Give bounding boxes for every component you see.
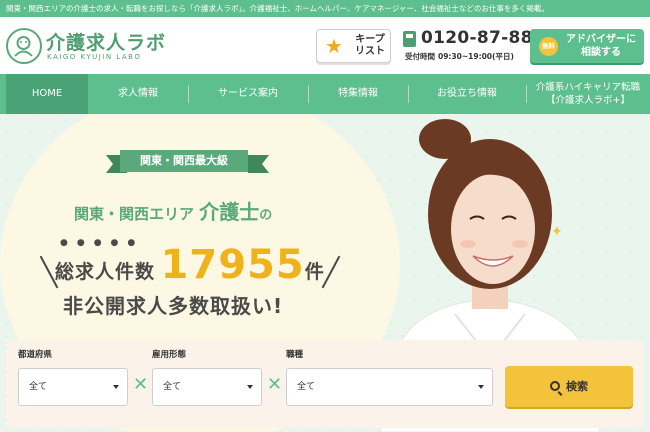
search-button[interactable]: 検索 xyxy=(505,366,633,407)
job-type-selected-value: 全て xyxy=(297,382,316,392)
consult-advisor-label: アドバイザーに 相談する xyxy=(562,33,640,59)
top-announcement-bar: 関東・関西エリアの介護士の求人・転職をお探しなら「介護求人ラボ」。介護福祉士、ホ… xyxy=(0,0,650,17)
site-header: 介護求人ラボ KAIGO KYUJIN LABO ★ キープ リスト 0120-… xyxy=(0,17,650,74)
prefecture-select[interactable]: 全て xyxy=(18,368,128,406)
job-count-label: 総求人件数 xyxy=(55,261,156,283)
phone-icon xyxy=(403,31,416,47)
employment-type-select[interactable]: 全て xyxy=(152,368,262,406)
nav-services[interactable]: サービス案内 xyxy=(188,74,308,114)
business-hours: 09:30~19:00(平日) xyxy=(438,52,514,61)
job-search-panel: 都道府県 全て ✕ 雇用形態 全て ✕ 職種 全て 検索 xyxy=(6,340,644,428)
announcement-text: 関東・関西エリアの介護士の求人・転職をお探しなら「介護求人ラボ」。介護福祉士、ホ… xyxy=(6,4,549,13)
keep-label-line2: リスト xyxy=(355,46,385,57)
keep-list-button[interactable]: ★ キープ リスト xyxy=(316,29,391,63)
main-nav: HOME 求人情報 サービス案内 特集情報 お役立ち情報 介護系ハイキャリア転職… xyxy=(0,74,650,114)
keep-list-label: キープ リスト xyxy=(352,34,388,58)
ribbon-tail-right xyxy=(248,155,269,173)
job-type-label: 職種 xyxy=(286,350,304,360)
cross-icon: ✕ xyxy=(267,374,283,395)
ribbon-text: 関東・関西最大級 xyxy=(120,150,248,172)
employment-type-label: 雇用形態 xyxy=(152,350,187,360)
free-badge: 無料 xyxy=(539,37,558,56)
dropdown-arrow-icon xyxy=(113,385,119,389)
job-type-select[interactable]: 全て xyxy=(286,368,493,406)
nav-high-career-line2: 【介護求人ラボ+】 xyxy=(546,95,630,106)
job-count-number: 17955 xyxy=(160,242,305,288)
hero-ribbon: 関東・関西最大級 xyxy=(106,150,269,174)
dropdown-arrow-icon xyxy=(478,385,484,389)
logo-title[interactable]: 介護求人ラボ xyxy=(46,28,166,55)
nav-useful-info[interactable]: お役立ち情報 xyxy=(408,74,526,114)
logo-subtitle: KAIGO KYUJIN LABO xyxy=(47,53,142,61)
hero-banner: 関東・関西最大級 関東・関西エリア 介護士の ●●●●● 総求人件数 17955… xyxy=(0,114,650,432)
prefecture-label: 都道府県 xyxy=(18,350,53,360)
prefecture-selected-value: 全て xyxy=(29,382,48,392)
keep-label-line1: キープ xyxy=(355,34,385,45)
nav-home[interactable]: HOME xyxy=(6,74,88,114)
hero-headline: 関東・関西エリア 介護士の xyxy=(74,196,272,225)
search-button-label: 検索 xyxy=(566,380,588,393)
job-count-unit: 件 xyxy=(304,261,324,283)
star-icon: ★ xyxy=(325,34,343,58)
hero-particle-text: の xyxy=(259,208,273,223)
nav-high-career[interactable]: 介護系ハイキャリア転職 【介護求人ラボ+】 xyxy=(526,74,650,114)
dropdown-arrow-icon xyxy=(247,385,253,389)
hero-tagline: 非公開求人多数取扱い! xyxy=(63,294,284,318)
advisor-label-line1: アドバイザーに xyxy=(566,34,636,45)
nav-high-career-line1: 介護系ハイキャリア転職 xyxy=(535,82,641,93)
job-count-line: 総求人件数 17955件 xyxy=(55,242,324,288)
hero-occupation-text: 介護士 xyxy=(199,200,260,224)
employment-selected-value: 全て xyxy=(163,382,182,392)
hours-label: 受付時間 xyxy=(405,52,435,61)
nav-features[interactable]: 特集情報 xyxy=(308,74,408,114)
consult-advisor-button[interactable]: 無料 アドバイザーに 相談する xyxy=(530,29,644,63)
logo-icon[interactable] xyxy=(6,28,42,64)
advisor-label-line2: 相談する xyxy=(581,47,621,58)
nav-job-info[interactable]: 求人情報 xyxy=(88,74,188,114)
search-icon xyxy=(550,381,560,391)
hero-area-text: 関東・関西エリア xyxy=(74,205,195,223)
cross-icon: ✕ xyxy=(133,374,149,395)
